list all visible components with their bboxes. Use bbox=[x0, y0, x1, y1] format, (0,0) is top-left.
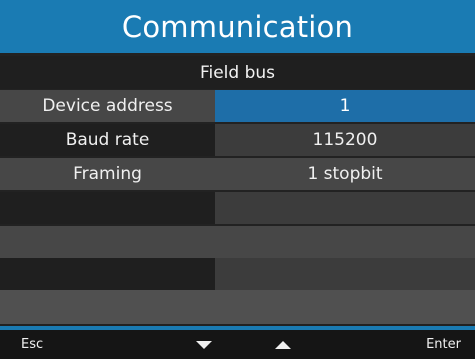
setting-value-text: 115200 bbox=[312, 130, 378, 150]
up-button[interactable] bbox=[275, 330, 291, 359]
page-title-text: Communication bbox=[121, 9, 354, 44]
setting-label-text: Framing bbox=[73, 164, 142, 184]
setting-label bbox=[0, 290, 215, 324]
esc-button[interactable]: Esc bbox=[21, 330, 43, 359]
section-title: Field bus bbox=[199, 62, 276, 83]
setting-label-text: Baud rate bbox=[65, 130, 150, 150]
setting-row-empty bbox=[0, 192, 475, 224]
setting-label bbox=[0, 192, 215, 224]
setting-label: Baud rate bbox=[0, 124, 215, 156]
setting-row-baud-rate[interactable]: Baud rate 115200 bbox=[0, 124, 475, 156]
setting-label bbox=[0, 258, 215, 290]
triangle-down-icon bbox=[196, 340, 212, 349]
setting-label: Framing bbox=[0, 158, 215, 190]
setting-label-text: Device address bbox=[42, 96, 173, 116]
setting-value bbox=[215, 226, 475, 258]
setting-value[interactable]: 115200 bbox=[215, 124, 475, 156]
setting-row-empty bbox=[0, 258, 475, 290]
setting-value-text: 1 bbox=[339, 96, 351, 116]
down-button[interactable] bbox=[196, 330, 212, 359]
esc-label: Esc bbox=[21, 337, 44, 352]
enter-button[interactable]: Enter bbox=[426, 330, 461, 359]
setting-value-selected[interactable]: 1 bbox=[215, 90, 475, 122]
setting-row-empty bbox=[0, 290, 475, 324]
setting-value[interactable]: 1 stopbit bbox=[215, 158, 475, 190]
triangle-up-icon bbox=[275, 340, 291, 349]
setting-value bbox=[215, 290, 475, 324]
setting-row-empty bbox=[0, 226, 475, 258]
setting-row-device-address[interactable]: Device address 1 bbox=[0, 90, 475, 122]
page-title: Communication bbox=[0, 0, 475, 53]
setting-label: Device address bbox=[0, 90, 215, 122]
setting-value-text: 1 stopbit bbox=[307, 164, 383, 184]
device-screen: Communication Field bus Device address 1… bbox=[0, 0, 475, 359]
setting-row-framing[interactable]: Framing 1 stopbit bbox=[0, 158, 475, 190]
section-header: Field bus bbox=[0, 56, 475, 89]
enter-label: Enter bbox=[426, 337, 461, 352]
setting-value bbox=[215, 258, 475, 290]
setting-value bbox=[215, 192, 475, 224]
softkey-bar: Esc Enter bbox=[0, 330, 475, 359]
setting-label bbox=[0, 226, 215, 258]
